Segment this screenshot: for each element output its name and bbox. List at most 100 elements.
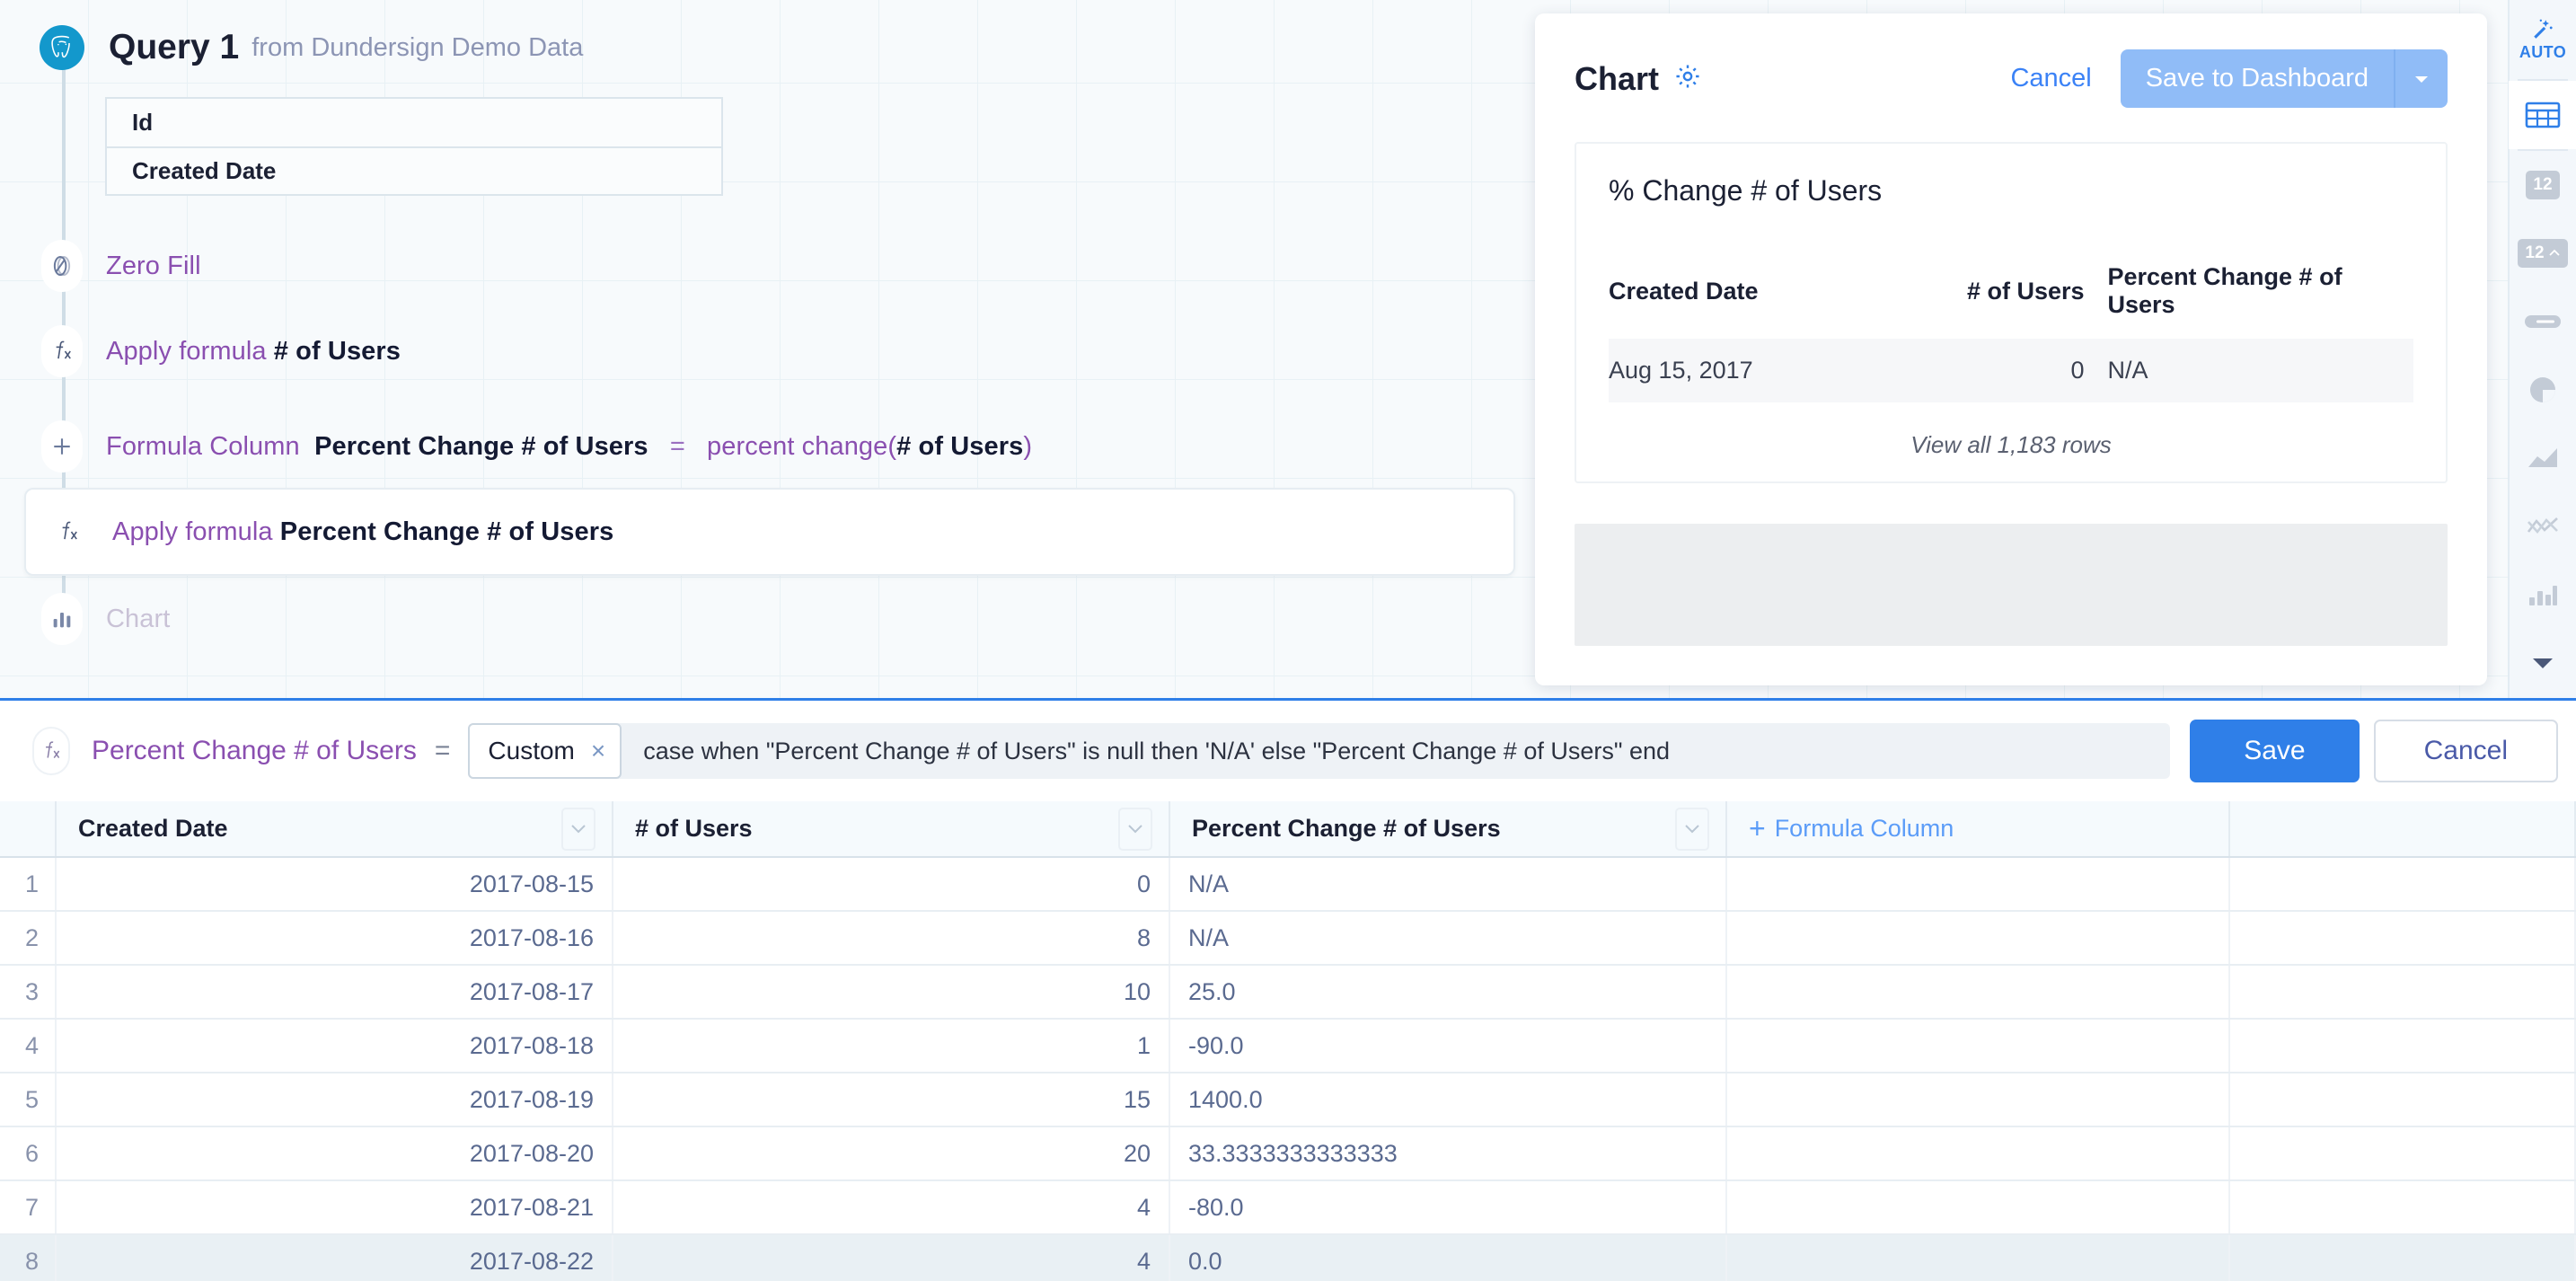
table-row[interactable]: 4 2017-08-18 1 -90.0	[0, 1019, 2576, 1073]
pie-chart-icon	[2530, 377, 2555, 402]
row-index: 1	[0, 857, 57, 912]
column-header-empty	[2229, 801, 2576, 858]
cell-created-date: 2017-08-19	[56, 1073, 613, 1127]
cell-num-users: 15	[613, 1073, 1170, 1127]
area-chart-icon	[2528, 448, 2557, 467]
big-number-trend-label: 12	[2525, 243, 2545, 262]
pipeline-step-apply-formula-pct-selected[interactable]: Apply formula Percent Change # of Users	[24, 488, 1515, 576]
step-equals: =	[669, 431, 685, 461]
big-number-label: 12	[2533, 175, 2553, 194]
source-columns-box: Id Created Date	[105, 97, 723, 196]
formula-type-label: Custom	[488, 737, 575, 764]
table-row[interactable]: 7 2017-08-21 4 -80.0	[0, 1180, 2576, 1235]
cell-num-users: 0	[613, 857, 1170, 912]
save-to-dashboard-button[interactable]: Save to Dashboard	[2120, 49, 2448, 108]
chart-panel-footer-placeholder	[1575, 524, 2448, 646]
cell-num-users: 8	[613, 911, 1170, 966]
column-header-label: # of Users	[635, 815, 753, 842]
cell-empty	[1726, 1234, 2230, 1281]
cell-empty	[2229, 911, 2576, 966]
pipeline-step-formula-column[interactable]: Formula Column Percent Change # of Users…	[41, 420, 1032, 473]
chart-preview-row: Aug 15, 2017 0 N/A	[1609, 339, 2413, 402]
table-row[interactable]: 5 2017-08-19 15 1400.0	[0, 1073, 2576, 1127]
add-formula-column-button[interactable]: + Formula Column	[1726, 801, 2230, 858]
viz-type-rail: AUTO 12 12	[2508, 0, 2576, 698]
app-root: Query 1 from Dundersign Demo Data Id Cre…	[0, 0, 2576, 1281]
step-target: # of Users	[273, 336, 401, 366]
chart-panel: Chart Cancel Save to Dashboard % Change …	[1535, 13, 2487, 685]
rail-item-gauge-label[interactable]	[2509, 287, 2576, 356]
chart-preview-col-pct: Percent Change # of Users	[2107, 263, 2342, 318]
fx-icon	[32, 727, 70, 775]
table-view-icon	[2525, 102, 2561, 128]
row-index: 5	[0, 1073, 57, 1127]
chart-preview-table: Created Date # of Users Percent Change #…	[1609, 263, 2413, 402]
line-chart-icon	[2527, 517, 2558, 534]
save-to-dashboard-label: Save to Dashboard	[2145, 64, 2369, 93]
pipeline-step-label: Apply formula # of Users	[106, 337, 401, 367]
pipeline-step-label: Apply formula Percent Change # of Users	[112, 517, 613, 547]
formula-column-name: Percent Change # of Users	[92, 736, 417, 765]
cell-num-users: 10	[613, 965, 1170, 1020]
chart-cancel-button[interactable]: Cancel	[2010, 64, 2091, 93]
chevron-down-icon[interactable]	[1675, 807, 1709, 851]
step-expression-arg: # of Users	[896, 431, 1024, 461]
cell-percent-change: N/A	[1169, 857, 1727, 912]
big-number-icon: 12	[2526, 171, 2560, 199]
save-to-dashboard-dropdown[interactable]	[2394, 49, 2448, 108]
postgres-source-icon[interactable]	[40, 25, 84, 70]
plus-icon	[41, 420, 83, 473]
column-header-created-date[interactable]: Created Date	[56, 801, 613, 858]
row-index: 8	[0, 1234, 57, 1281]
step-expression: percent change(	[707, 431, 897, 461]
rail-item-table[interactable]	[2509, 81, 2576, 149]
save-button[interactable]: Save	[2190, 720, 2360, 782]
formula-input-wrapper[interactable]: Custom × case when "Percent Change # of …	[468, 723, 2171, 779]
fx-icon	[48, 506, 89, 558]
cancel-button[interactable]: Cancel	[2373, 720, 2558, 782]
results-table: Created Date # of Users Percent Change #…	[0, 801, 2576, 1281]
cell-num-users: 1	[613, 1019, 1170, 1073]
rail-item-area-chart[interactable]	[2509, 424, 2576, 492]
close-icon[interactable]: ×	[591, 737, 605, 765]
pipeline-step-chart[interactable]: Chart	[41, 593, 170, 645]
rail-item-line-chart[interactable]	[2509, 492, 2576, 561]
rail-item-big-number-trend[interactable]: 12	[2509, 219, 2576, 287]
cell-percent-change: N/A	[1169, 911, 1727, 966]
auto-magic-icon	[2534, 19, 2553, 39]
cell-percent-change: 25.0	[1169, 965, 1727, 1020]
chart-view-all-rows-link[interactable]: View all 1,183 rows	[1609, 431, 2413, 459]
table-row[interactable]: 1 2017-08-15 0 N/A	[0, 857, 2576, 912]
zero-fill-icon	[41, 240, 83, 292]
pipeline-step-apply-formula-users[interactable]: Apply formula # of Users	[41, 325, 401, 377]
step-target: Percent Change # of Users	[279, 517, 614, 546]
cell-created-date: 2017-08-22	[56, 1234, 613, 1281]
more-charts-caret-icon	[2533, 658, 2553, 668]
chevron-down-icon[interactable]	[561, 807, 595, 851]
rail-item-more-charts[interactable]	[2509, 629, 2576, 697]
source-column-id[interactable]: Id	[107, 99, 721, 146]
gear-icon[interactable]	[1673, 62, 1702, 95]
chevron-down-icon[interactable]	[1118, 807, 1152, 851]
cell-empty	[1726, 1180, 2230, 1235]
rail-item-auto[interactable]: AUTO	[2509, 0, 2576, 79]
formula-type-chip[interactable]: Custom ×	[468, 723, 622, 779]
table-row[interactable]: 3 2017-08-17 10 25.0	[0, 965, 2576, 1020]
table-row[interactable]: 2 2017-08-16 8 N/A	[0, 911, 2576, 966]
table-row[interactable]: 6 2017-08-20 20 33.3333333333333	[0, 1126, 2576, 1181]
column-header-num-users[interactable]: # of Users	[613, 801, 1170, 858]
column-header-label: Created Date	[78, 815, 228, 842]
rail-item-pie-chart[interactable]	[2509, 356, 2576, 424]
rail-item-bar-chart[interactable]	[2509, 561, 2576, 629]
bar-chart-icon	[2529, 586, 2557, 605]
cell-empty	[2229, 1019, 2576, 1073]
column-header-percent-change[interactable]: Percent Change # of Users	[1169, 801, 1727, 858]
query-source-name: Dundersign Demo Data	[311, 32, 584, 62]
row-index: 2	[0, 911, 57, 966]
formula-expression-input[interactable]: case when "Percent Change # of Users" is…	[622, 738, 1670, 765]
rail-item-big-number[interactable]: 12	[2509, 151, 2576, 219]
source-column-created-date[interactable]: Created Date	[107, 146, 721, 194]
chart-preview-cell-users: 0	[1914, 339, 2108, 402]
table-row[interactable]: 8 2017-08-22 4 0.0	[0, 1234, 2576, 1281]
pipeline-step-zero-fill[interactable]: Zero Fill	[41, 240, 201, 292]
